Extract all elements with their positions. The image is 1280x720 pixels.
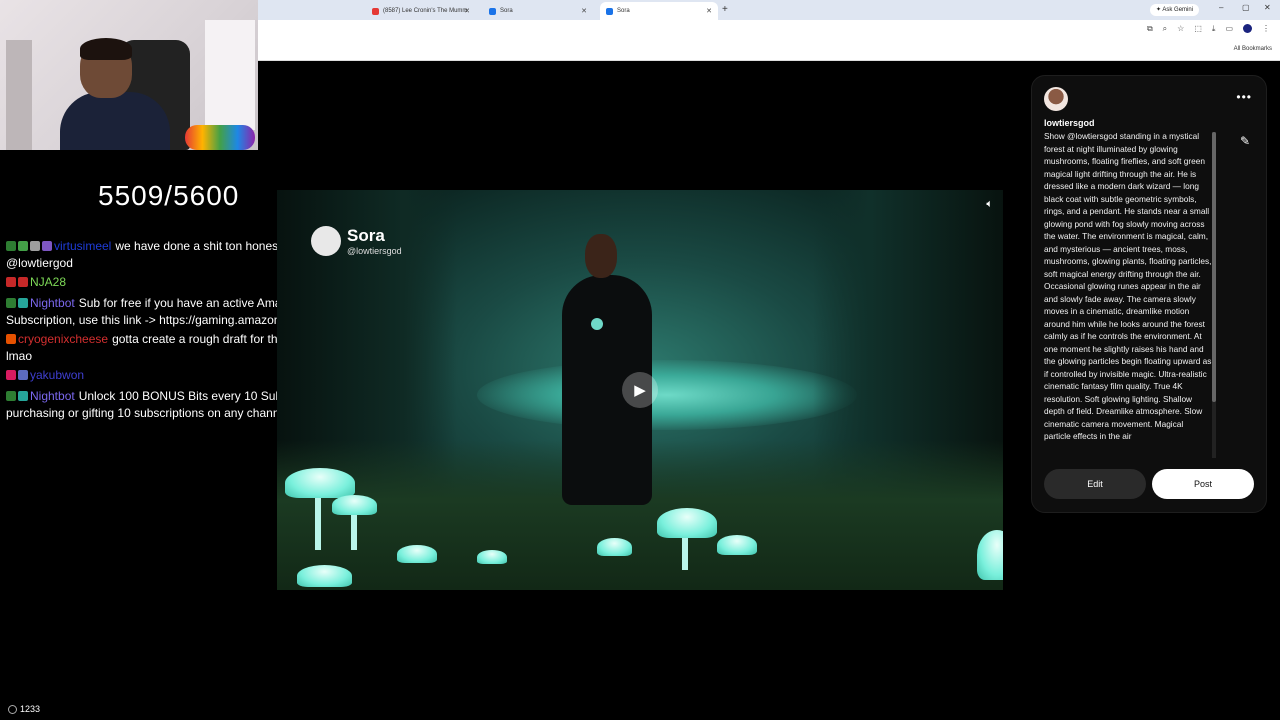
prompt-text: Show @lowtiersgod standing in a mystical… — [1044, 131, 1212, 441]
chat-badge-icon — [6, 241, 16, 251]
streamer-body — [60, 92, 170, 150]
account-icon[interactable] — [1243, 24, 1252, 33]
ask-gemini-label: Ask Gemini — [1162, 7, 1194, 13]
chat-text: lmao — [6, 349, 33, 363]
tab-close-icon[interactable]: ✕ — [706, 7, 712, 15]
door — [205, 20, 255, 130]
chat-badge-icon — [18, 370, 28, 380]
viewer-icon — [8, 704, 17, 714]
mushroom-stem — [351, 510, 357, 550]
close-window-icon[interactable]: ✕ — [1264, 3, 1271, 12]
streamer-hair — [80, 38, 132, 60]
chat-badge-icon — [18, 391, 28, 401]
tab-close-icon[interactable]: ✕ — [581, 7, 587, 15]
viewer-count-value: 1233 — [20, 704, 41, 714]
chat-badge-icon — [30, 241, 40, 251]
video-player[interactable]: Sora @lowtiersgod 🔈︎ ▶ — [277, 190, 1003, 590]
glowing-mushroom — [332, 495, 377, 515]
chat-message: NJA28 — [6, 274, 70, 291]
restore-icon[interactable]: ▢ — [1242, 3, 1250, 12]
prompt-scrollbar[interactable] — [1212, 132, 1216, 458]
scrollbar-thumb[interactable] — [1212, 132, 1216, 402]
browser-tab[interactable]: Sora ✕ — [483, 2, 593, 20]
sub-goal-counter: 5509/5600 — [98, 180, 240, 211]
post-details-panel: ••• lowtiersgod Show @lowtiersgod standi… — [1031, 75, 1267, 513]
menu-icon[interactable]: ⋮ — [1262, 24, 1270, 34]
chat-message: Subscription, use this link -> https://g… — [6, 312, 310, 329]
glowing-mushroom — [657, 508, 717, 538]
edit-pencil-icon[interactable]: ✎ — [1240, 134, 1250, 148]
chat-text: purchasing or gifting 10 subscriptions o… — [6, 406, 293, 420]
edit-button[interactable]: Edit — [1044, 469, 1146, 499]
webcam-overlay — [0, 0, 258, 150]
sora-brand: Sora — [347, 226, 385, 245]
chat-username[interactable]: Nightbot — [30, 389, 75, 403]
chat-message: purchasing or gifting 10 subscriptions o… — [6, 405, 292, 422]
tab-favicon-icon — [372, 7, 379, 15]
glowing-mushroom — [285, 468, 355, 498]
all-bookmarks-link[interactable]: All Bookmarks — [1234, 46, 1272, 52]
new-tab-button[interactable]: + — [722, 4, 728, 15]
glowing-mushroom — [397, 545, 437, 563]
glowing-mushroom — [597, 538, 632, 556]
chat-text: Subscription, use this link -> https://g… — [6, 313, 310, 327]
volume-icon[interactable]: 🔈︎ — [986, 198, 993, 211]
sora-logo-icon — [311, 226, 341, 256]
zoom-icon[interactable]: ⌕ — [1163, 24, 1167, 34]
chat-badge-icon — [18, 241, 28, 251]
chat-badge-icon — [6, 391, 16, 401]
chat-badge-icon — [42, 241, 52, 251]
downloads-icon[interactable]: ⤓ — [1212, 24, 1216, 34]
mushroom-stem — [315, 490, 321, 550]
chat-message: yakubwon — [6, 367, 88, 384]
glowing-mushroom — [297, 565, 352, 587]
chat-badge-icon — [6, 277, 16, 287]
sora-watermark: Sora @lowtiersgod — [311, 226, 402, 256]
chat-username[interactable]: virtusimeel — [54, 239, 111, 253]
post-button[interactable]: Post — [1152, 469, 1254, 499]
more-options-icon[interactable]: ••• — [1236, 90, 1252, 104]
pendant — [591, 318, 603, 330]
play-button[interactable]: ▶ — [622, 372, 658, 408]
avatar[interactable] — [1044, 87, 1068, 111]
plush-toy — [185, 125, 255, 150]
chat-badge-icon — [6, 298, 16, 308]
tab-favicon-icon — [489, 7, 496, 15]
chat-message: virtusimeel we have done a shit ton hones… — [6, 238, 284, 255]
tab-close-icon[interactable]: ✕ — [464, 7, 470, 15]
chat-badge-icon — [18, 277, 28, 287]
ask-gemini-button[interactable]: ✦ Ask Gemini — [1150, 4, 1200, 16]
cat-tree — [6, 40, 32, 150]
chat-message: lmao — [6, 348, 32, 365]
tab-label: Sora — [617, 8, 630, 14]
chat-username[interactable]: Nightbot — [30, 296, 75, 310]
chat-message: @lowtiergod — [6, 255, 73, 272]
glowing-mushroom — [717, 535, 757, 555]
chat-badge-icon — [6, 334, 16, 344]
glowing-mushroom — [477, 550, 507, 564]
chat-badge-icon — [6, 370, 16, 380]
chat-badge-icon — [18, 298, 28, 308]
browser-tab[interactable]: Sora ✕ — [600, 2, 718, 20]
sora-handle: @lowtiersgod — [347, 246, 402, 256]
chat-text: @lowtiergod — [6, 256, 73, 270]
glowing-pond — [477, 360, 857, 430]
play-icon: ▶ — [634, 382, 646, 399]
sidepanel-icon[interactable]: ▭ — [1225, 24, 1233, 34]
bookmark-star-icon[interactable]: ☆ — [1177, 24, 1184, 34]
install-icon[interactable]: ⧉ — [1147, 24, 1153, 34]
tab-label: Sora — [500, 8, 513, 14]
chat-username[interactable]: NJA28 — [30, 275, 66, 289]
tab-label: (8587) Lee Cronin's The Mumm — [383, 8, 468, 14]
viewer-count: 1233 — [8, 704, 40, 714]
tab-favicon-icon — [606, 7, 613, 15]
browser-tab[interactable]: (8587) Lee Cronin's The Mumm ✕ — [366, 2, 476, 20]
minimize-icon[interactable]: – — [1219, 3, 1223, 12]
chat-username[interactable]: yakubwon — [30, 368, 84, 382]
panel-username[interactable]: lowtiersgod — [1044, 118, 1095, 128]
wizard-head — [585, 234, 617, 278]
chat-username[interactable]: cryogenixcheese — [18, 332, 108, 346]
extensions-icon[interactable]: ⬚ — [1194, 24, 1202, 34]
chat-text: we have done a shit ton honesti — [115, 239, 285, 253]
